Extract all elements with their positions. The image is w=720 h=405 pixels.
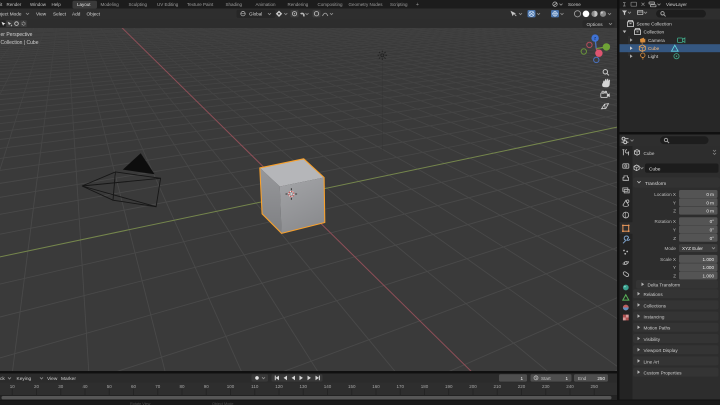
svg-text:10: 10	[10, 384, 16, 389]
svg-text:Rendering: Rendering	[288, 2, 309, 7]
svg-text:Instancing: Instancing	[644, 315, 665, 320]
svg-text:Visibility: Visibility	[644, 337, 661, 342]
svg-text:0°: 0°	[710, 236, 715, 241]
svg-text:1: 1	[520, 376, 523, 381]
svg-text:ViewLayer: ViewLayer	[666, 2, 687, 7]
svg-text:250: 250	[590, 384, 598, 389]
svg-text:240: 240	[566, 384, 574, 389]
svg-text:er Perspective: er Perspective	[1, 32, 33, 38]
svg-text:1.000: 1.000	[703, 274, 715, 279]
svg-text:1.000: 1.000	[703, 257, 715, 262]
svg-text:Location X: Location X	[654, 192, 676, 197]
svg-text:Transform: Transform	[645, 181, 666, 186]
svg-text:200: 200	[469, 384, 477, 389]
svg-text:Y: Y	[673, 200, 676, 205]
svg-text:Render: Render	[7, 2, 22, 7]
svg-text:ck: ck	[0, 376, 5, 382]
svg-text:XYZ Euler: XYZ Euler	[682, 246, 703, 251]
svg-text:Z: Z	[673, 236, 676, 241]
svg-text:110: 110	[251, 384, 259, 389]
svg-text:0 m: 0 m	[706, 209, 714, 214]
svg-text:230: 230	[542, 384, 550, 389]
svg-text:Z: Z	[673, 274, 676, 279]
svg-text:70: 70	[155, 384, 161, 389]
svg-text:+: +	[416, 2, 419, 8]
svg-text:0°: 0°	[710, 219, 715, 224]
svg-text:Start: Start	[541, 376, 551, 381]
svg-text:bject Mode: bject Mode	[0, 11, 22, 16]
svg-text:0°: 0°	[710, 228, 715, 233]
svg-text:0 m: 0 m	[706, 192, 714, 197]
svg-text:Rotation X: Rotation X	[655, 219, 676, 224]
svg-text:Cube: Cube	[649, 167, 661, 173]
svg-text:80: 80	[179, 384, 185, 389]
svg-text:Camera: Camera	[648, 38, 665, 43]
svg-text:Help: Help	[52, 2, 62, 7]
svg-text:Cube: Cube	[648, 46, 660, 51]
svg-text:Add: Add	[72, 11, 81, 16]
svg-text:Options: Options	[587, 22, 604, 27]
svg-text:Scene: Scene	[568, 2, 581, 7]
svg-text:View: View	[36, 11, 47, 16]
svg-text:100: 100	[227, 384, 235, 389]
svg-text:Z: Z	[673, 209, 676, 214]
svg-text:210: 210	[493, 384, 501, 389]
svg-text:Relations: Relations	[644, 292, 664, 297]
svg-text:160: 160	[372, 384, 380, 389]
svg-text:Collection | Cube: Collection | Cube	[1, 40, 39, 46]
svg-text:Motion Paths: Motion Paths	[644, 326, 672, 331]
svg-text:150: 150	[348, 384, 356, 389]
svg-text:30: 30	[58, 384, 64, 389]
svg-text:130: 130	[299, 384, 307, 389]
svg-text:Window: Window	[30, 2, 47, 7]
svg-text:60: 60	[131, 384, 137, 389]
svg-text:Mode: Mode	[665, 246, 677, 251]
svg-text:180: 180	[421, 384, 429, 389]
svg-text:Shading: Shading	[226, 2, 243, 7]
svg-text:1: 1	[565, 376, 568, 381]
svg-text:Marker: Marker	[61, 376, 76, 382]
svg-text:Collection: Collection	[644, 30, 665, 35]
svg-text:Geometry Nodes: Geometry Nodes	[349, 2, 384, 7]
svg-text:Object: Object	[87, 11, 101, 16]
svg-text:170: 170	[396, 384, 404, 389]
svg-text:20: 20	[34, 384, 40, 389]
svg-text:Delta Transform: Delta Transform	[648, 283, 681, 288]
svg-text:Keying: Keying	[17, 376, 32, 382]
svg-text:Cube: Cube	[644, 151, 655, 156]
svg-text:Viewport Display: Viewport Display	[644, 348, 679, 353]
svg-text:Global: Global	[249, 11, 262, 16]
svg-text:Line Art: Line Art	[644, 359, 660, 364]
svg-text:Sculpting: Sculpting	[129, 2, 148, 7]
svg-text:40: 40	[82, 384, 88, 389]
svg-text:Y: Y	[673, 228, 676, 233]
svg-text:Scripting: Scripting	[390, 2, 408, 7]
svg-text:120: 120	[275, 384, 283, 389]
svg-text:Select: Select	[53, 11, 67, 16]
svg-text:140: 140	[324, 384, 332, 389]
svg-text:UV Editing: UV Editing	[157, 2, 179, 7]
svg-text:220: 220	[518, 384, 526, 389]
svg-text:50: 50	[107, 384, 113, 389]
svg-text:0 m: 0 m	[706, 200, 714, 205]
svg-text:Compositing: Compositing	[318, 2, 344, 7]
svg-text:Modeling: Modeling	[101, 2, 120, 7]
svg-text:Light: Light	[648, 54, 659, 59]
svg-text:Texture Paint: Texture Paint	[187, 2, 214, 7]
svg-text:90: 90	[204, 384, 210, 389]
svg-text:Custom Properties: Custom Properties	[644, 371, 683, 376]
svg-text:Y: Y	[673, 265, 676, 270]
svg-text:Animation: Animation	[256, 2, 277, 7]
svg-text:Scale X: Scale X	[660, 257, 676, 262]
svg-text:End: End	[578, 376, 587, 381]
svg-text:Layout: Layout	[77, 2, 91, 7]
svg-text:View: View	[47, 376, 58, 382]
svg-text:190: 190	[445, 384, 453, 389]
svg-text:1.000: 1.000	[703, 265, 715, 270]
svg-text:Collections: Collections	[644, 303, 667, 308]
svg-text:Scene Collection: Scene Collection	[637, 22, 673, 27]
svg-text:250: 250	[597, 376, 605, 381]
